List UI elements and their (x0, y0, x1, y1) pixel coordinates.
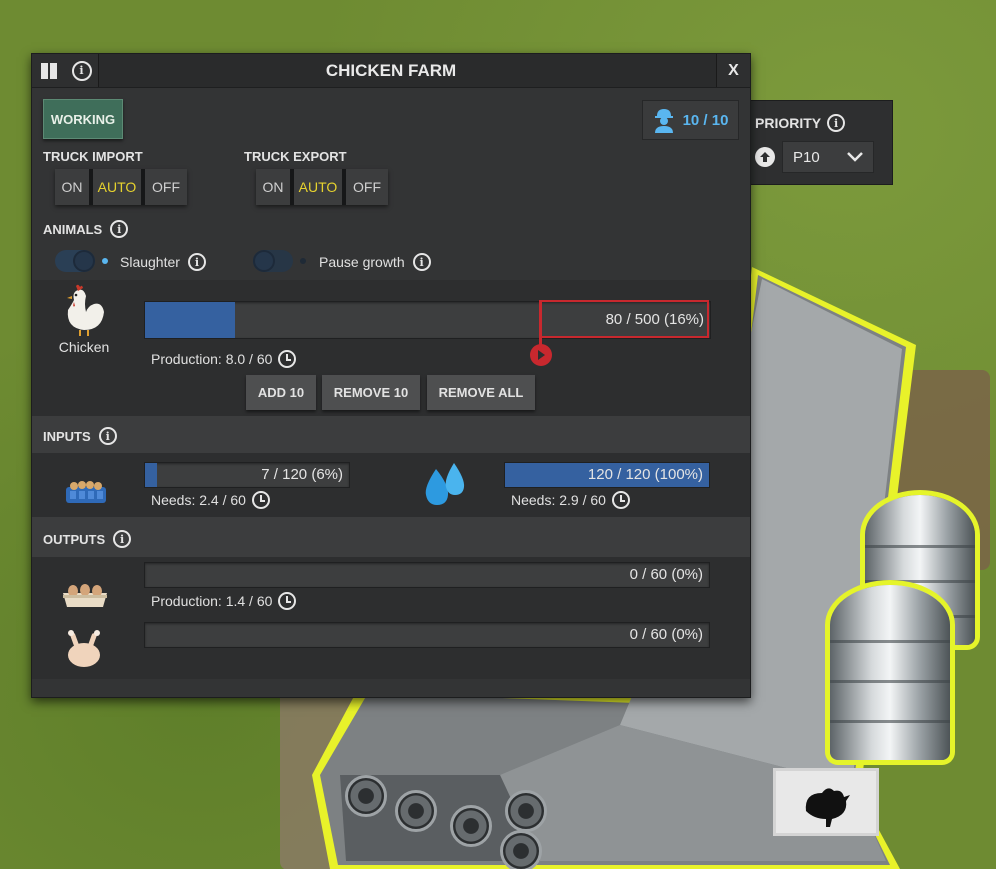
pause-button[interactable] (32, 54, 66, 87)
threshold-handle-icon[interactable] (528, 342, 554, 368)
inputs-header: INPUTS i (32, 416, 750, 453)
priority-panel: PRIORITY i P10 (745, 100, 893, 185)
info-icon: i (71, 60, 92, 81)
vent-fan (500, 830, 542, 869)
truck-import-auto[interactable]: AUTO (89, 169, 141, 205)
slaughter-toggle[interactable] (55, 250, 95, 272)
water-icon (425, 463, 465, 505)
truck-export-label: TRUCK EXPORT (244, 149, 347, 164)
slaughter-threshold-line (539, 300, 542, 348)
building-window: CHICKEN FARM i X WORKING 10 / 10 TRUCK I… (31, 53, 751, 698)
workers-count: 10 / 10 (682, 111, 729, 129)
eggs-production: Production: 1.4 / 60 (151, 592, 297, 610)
slaughter-indicator (102, 258, 108, 264)
priority-up-icon[interactable] (755, 147, 775, 167)
truck-export-on[interactable]: ON (256, 169, 290, 205)
outputs-label: OUTPUTS i (43, 530, 132, 548)
pause-icon (40, 62, 57, 79)
chevron-down-icon (847, 152, 863, 162)
window-title: CHICKEN FARM (325, 61, 457, 80)
add-10-button[interactable]: ADD 10 (246, 375, 316, 410)
feed-storage-bar[interactable]: 7 / 120 (6%) (144, 462, 350, 488)
water-needs: Needs: 2.9 / 60 (511, 491, 630, 509)
close-button[interactable]: X (716, 54, 750, 87)
chicken-name: Chicken (58, 339, 110, 355)
eggs-storage-value: 0 / 60 (0%) (629, 566, 703, 583)
chicken-production: Production: 8.0 / 60 (151, 350, 297, 368)
truck-import-off[interactable]: OFF (141, 169, 187, 205)
truck-import-label: TRUCK IMPORT (43, 149, 143, 164)
info-icon[interactable]: i (98, 427, 117, 445)
truck-export-auto[interactable]: AUTO (290, 169, 342, 205)
silo[interactable] (830, 585, 950, 760)
working-status-button[interactable]: WORKING (43, 99, 123, 139)
remove-10-button[interactable]: REMOVE 10 (322, 375, 420, 410)
animals-section: Chicken 80 / 500 (16%) Production: 8.0 /… (32, 280, 750, 416)
title-bar[interactable]: CHICKEN FARM i X (32, 54, 750, 88)
vent-fan (450, 805, 492, 847)
remove-all-button[interactable]: REMOVE ALL (427, 375, 535, 410)
slaughter-label: Slaughter i (120, 253, 206, 271)
worker-icon (654, 109, 673, 133)
info-icon[interactable]: i (113, 530, 132, 548)
outputs-header: OUTPUTS i (32, 517, 750, 557)
inputs-section: 7 / 120 (6%) Needs: 2.4 / 60 120 / 120 (… (32, 453, 750, 517)
truck-export-selector[interactable]: ON AUTO OFF (256, 169, 388, 205)
outputs-section: 0 / 60 (0%) Production: 1.4 / 60 0 / 60 … (32, 557, 750, 679)
feed-needs: Needs: 2.4 / 60 (151, 491, 270, 509)
pause-growth-label: Pause growth i (319, 253, 431, 271)
water-storage-bar[interactable]: 120 / 120 (100%) (504, 462, 710, 488)
truck-export-off[interactable]: OFF (342, 169, 388, 205)
truck-import-selector[interactable]: ON AUTO OFF (55, 169, 187, 205)
vent-fan (395, 790, 437, 832)
info-icon[interactable]: i (110, 220, 129, 238)
clock-icon (278, 592, 297, 610)
building-info-button[interactable]: i (65, 54, 99, 87)
slaughter-threshold-box[interactable] (539, 300, 709, 338)
vent-fan (345, 775, 387, 817)
feed-icon (66, 481, 106, 503)
pause-growth-indicator (300, 258, 306, 264)
inputs-label: INPUTS i (43, 427, 117, 445)
chicken-bar-fill (145, 302, 236, 338)
feed-storage-value: 7 / 120 (6%) (261, 466, 343, 483)
clock-icon (251, 491, 270, 509)
meat-storage-value: 0 / 60 (0%) (629, 626, 703, 643)
workers-indicator[interactable]: 10 / 10 (642, 100, 739, 140)
vent-fan (505, 790, 547, 832)
feed-bar-fill (145, 463, 158, 487)
chicken-icon (67, 284, 104, 336)
eggs-icon (63, 584, 107, 607)
water-storage-value: 120 / 120 (100%) (587, 466, 703, 483)
chicken-silhouette-icon (805, 788, 850, 827)
info-icon[interactable]: i (187, 253, 206, 271)
info-icon[interactable]: i (827, 114, 846, 132)
clock-icon (278, 350, 297, 368)
animals-label: ANIMALS i (43, 220, 129, 238)
truck-import-on[interactable]: ON (55, 169, 89, 205)
chicken-meat-icon (68, 630, 100, 667)
pause-growth-toggle[interactable] (253, 250, 293, 272)
farm-sign (773, 768, 879, 836)
priority-dropdown[interactable]: P10 (782, 141, 874, 173)
clock-icon (611, 491, 630, 509)
info-icon[interactable]: i (412, 253, 431, 271)
meat-storage-bar[interactable]: 0 / 60 (0%) (144, 622, 710, 648)
priority-label: PRIORITY i (755, 114, 846, 132)
eggs-storage-bar[interactable]: 0 / 60 (0%) (144, 562, 710, 588)
